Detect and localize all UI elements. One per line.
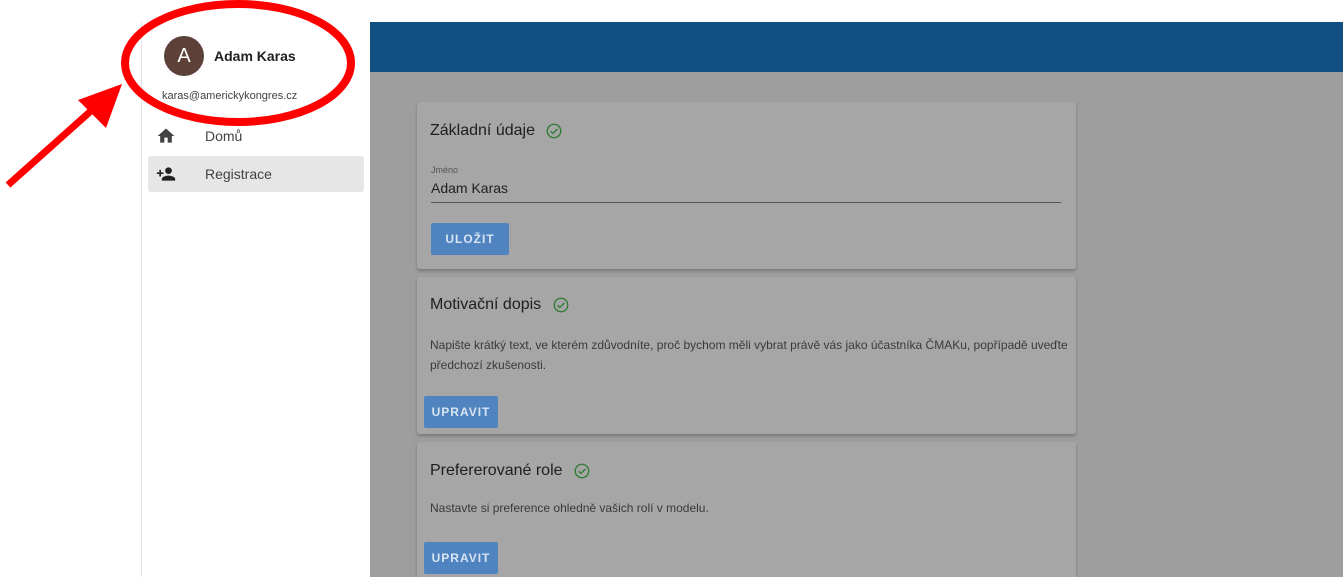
sidebar-item-domu[interactable]: Domů <box>148 118 364 154</box>
card-motivation-letter: Motivační dopis Napište krátký text, ve … <box>417 277 1076 434</box>
person-add-icon <box>156 167 176 181</box>
save-button[interactable]: ULOŽIT <box>431 223 509 255</box>
field-label: Jméno <box>431 165 459 175</box>
avatar: A <box>164 36 204 76</box>
name-field[interactable]: Adam Karas <box>431 180 508 196</box>
sidebar: A Adam Karas karas@americkykongres.cz Do… <box>141 22 370 577</box>
card-description: Nastavte si preference ohledně vašich ro… <box>430 501 709 515</box>
arrow-head-icon <box>78 84 122 128</box>
card-title: Prefererované role <box>430 462 591 480</box>
sidebar-item-label: Domů <box>205 128 243 144</box>
home-icon <box>157 128 175 143</box>
user-profile: A Adam Karas <box>164 36 364 76</box>
sidebar-item-registrace[interactable]: Registrace <box>148 156 364 192</box>
user-name: Adam Karas <box>214 48 296 64</box>
card-title: Základní údaje <box>430 122 563 140</box>
check-circle-icon <box>546 123 562 139</box>
app-header <box>370 22 1343 72</box>
sidebar-item-label: Registrace <box>205 166 272 182</box>
card-title: Motivační dopis <box>430 296 570 314</box>
user-email: karas@americkykongres.cz <box>162 90 298 102</box>
arrow-shaft <box>5 107 95 188</box>
edit-roles-button[interactable]: UPRAVIT <box>424 542 498 574</box>
card-title-text: Základní údaje <box>430 122 535 140</box>
check-circle-icon <box>574 463 590 479</box>
edit-motivation-button[interactable]: UPRAVIT <box>424 396 498 428</box>
card-basic-info: Základní údaje Jméno Adam Karas ULOŽIT <box>417 102 1076 269</box>
card-title-text: Prefererované role <box>430 462 563 480</box>
main-content: Základní údaje Jméno Adam Karas ULOŽIT M… <box>370 72 1343 577</box>
field-underline <box>431 202 1061 203</box>
card-description: Napište krátký text, ve kterém zdůvodnít… <box>430 338 1068 372</box>
card-preferred-roles: Prefererované role Nastavte si preferenc… <box>417 442 1076 577</box>
check-circle-icon <box>553 297 569 313</box>
card-title-text: Motivační dopis <box>430 296 542 314</box>
